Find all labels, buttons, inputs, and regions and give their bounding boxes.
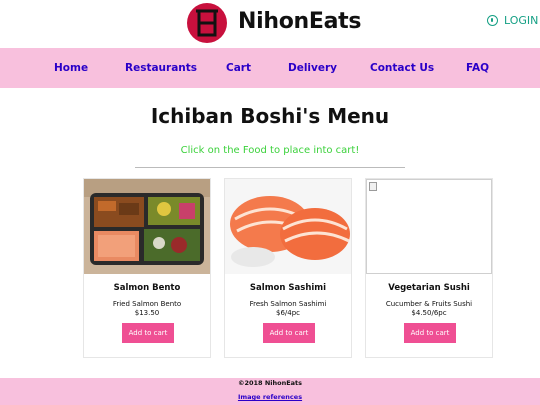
salmon-bento-image[interactable] (84, 179, 210, 274)
nav-item-faq[interactable]: FAQ (466, 62, 489, 74)
product-price: $13.50 (134, 309, 160, 317)
divider (135, 167, 405, 168)
user-icon (487, 15, 498, 26)
nav-item-home[interactable]: Home (54, 62, 88, 74)
product-card-salmon-sashimi[interactable]: Salmon Sashimi Fresh Salmon Sashimi $6/4… (224, 178, 352, 358)
salmon-sashimi-image[interactable] (225, 179, 351, 274)
nav-item-delivery[interactable]: Delivery (288, 62, 337, 74)
page-title: Ichiban Boshi's Menu (150, 104, 390, 128)
product-name: Salmon Bento (113, 283, 181, 293)
product-name: Salmon Sashimi (249, 283, 327, 293)
add-to-cart-button[interactable]: Add to cart (263, 323, 315, 343)
site-footer: ©2018 NihonEats Image references (0, 378, 540, 405)
product-price: $4.50/6pc (411, 309, 447, 317)
broken-image-placeholder (366, 179, 492, 274)
broken-image-icon (369, 182, 377, 191)
product-description: Cucumber & Fruits Sushi (385, 300, 473, 308)
login-label: LOGIN (504, 14, 539, 27)
image-references-link[interactable]: Image references (0, 393, 540, 401)
nav-item-cart[interactable]: Cart (226, 62, 251, 74)
product-name: Vegetarian Sushi (388, 283, 470, 293)
copyright-text: ©2018 NihonEats (237, 379, 303, 387)
product-description: Fresh Salmon Sashimi (249, 300, 327, 308)
nav-item-restaurants[interactable]: Restaurants (125, 62, 197, 74)
add-to-cart-button[interactable]: Add to cart (404, 323, 456, 343)
brand-name[interactable]: NihonEats (238, 9, 361, 34)
add-to-cart-button[interactable]: Add to cart (122, 323, 174, 343)
vegetarian-sushi-image[interactable] (366, 179, 492, 274)
product-price: $6/4pc (275, 309, 300, 317)
page-subtitle: Click on the Food to place into cart! (180, 145, 360, 156)
product-description: Fried Salmon Bento (112, 300, 182, 308)
product-card-salmon-bento[interactable]: Salmon Bento Fried Salmon Bento $13.50 A… (83, 178, 211, 358)
nihoneats-logo-icon[interactable] (187, 3, 227, 43)
site-header: NihonEats LOGIN (0, 0, 540, 48)
nav-item-contact-us[interactable]: Contact Us (370, 62, 434, 74)
main-nav: Home Restaurants Cart Delivery Contact U… (0, 48, 540, 88)
login-link[interactable]: LOGIN (487, 14, 538, 27)
product-card-vegetarian-sushi[interactable]: Vegetarian Sushi Cucumber & Fruits Sushi… (365, 178, 493, 358)
